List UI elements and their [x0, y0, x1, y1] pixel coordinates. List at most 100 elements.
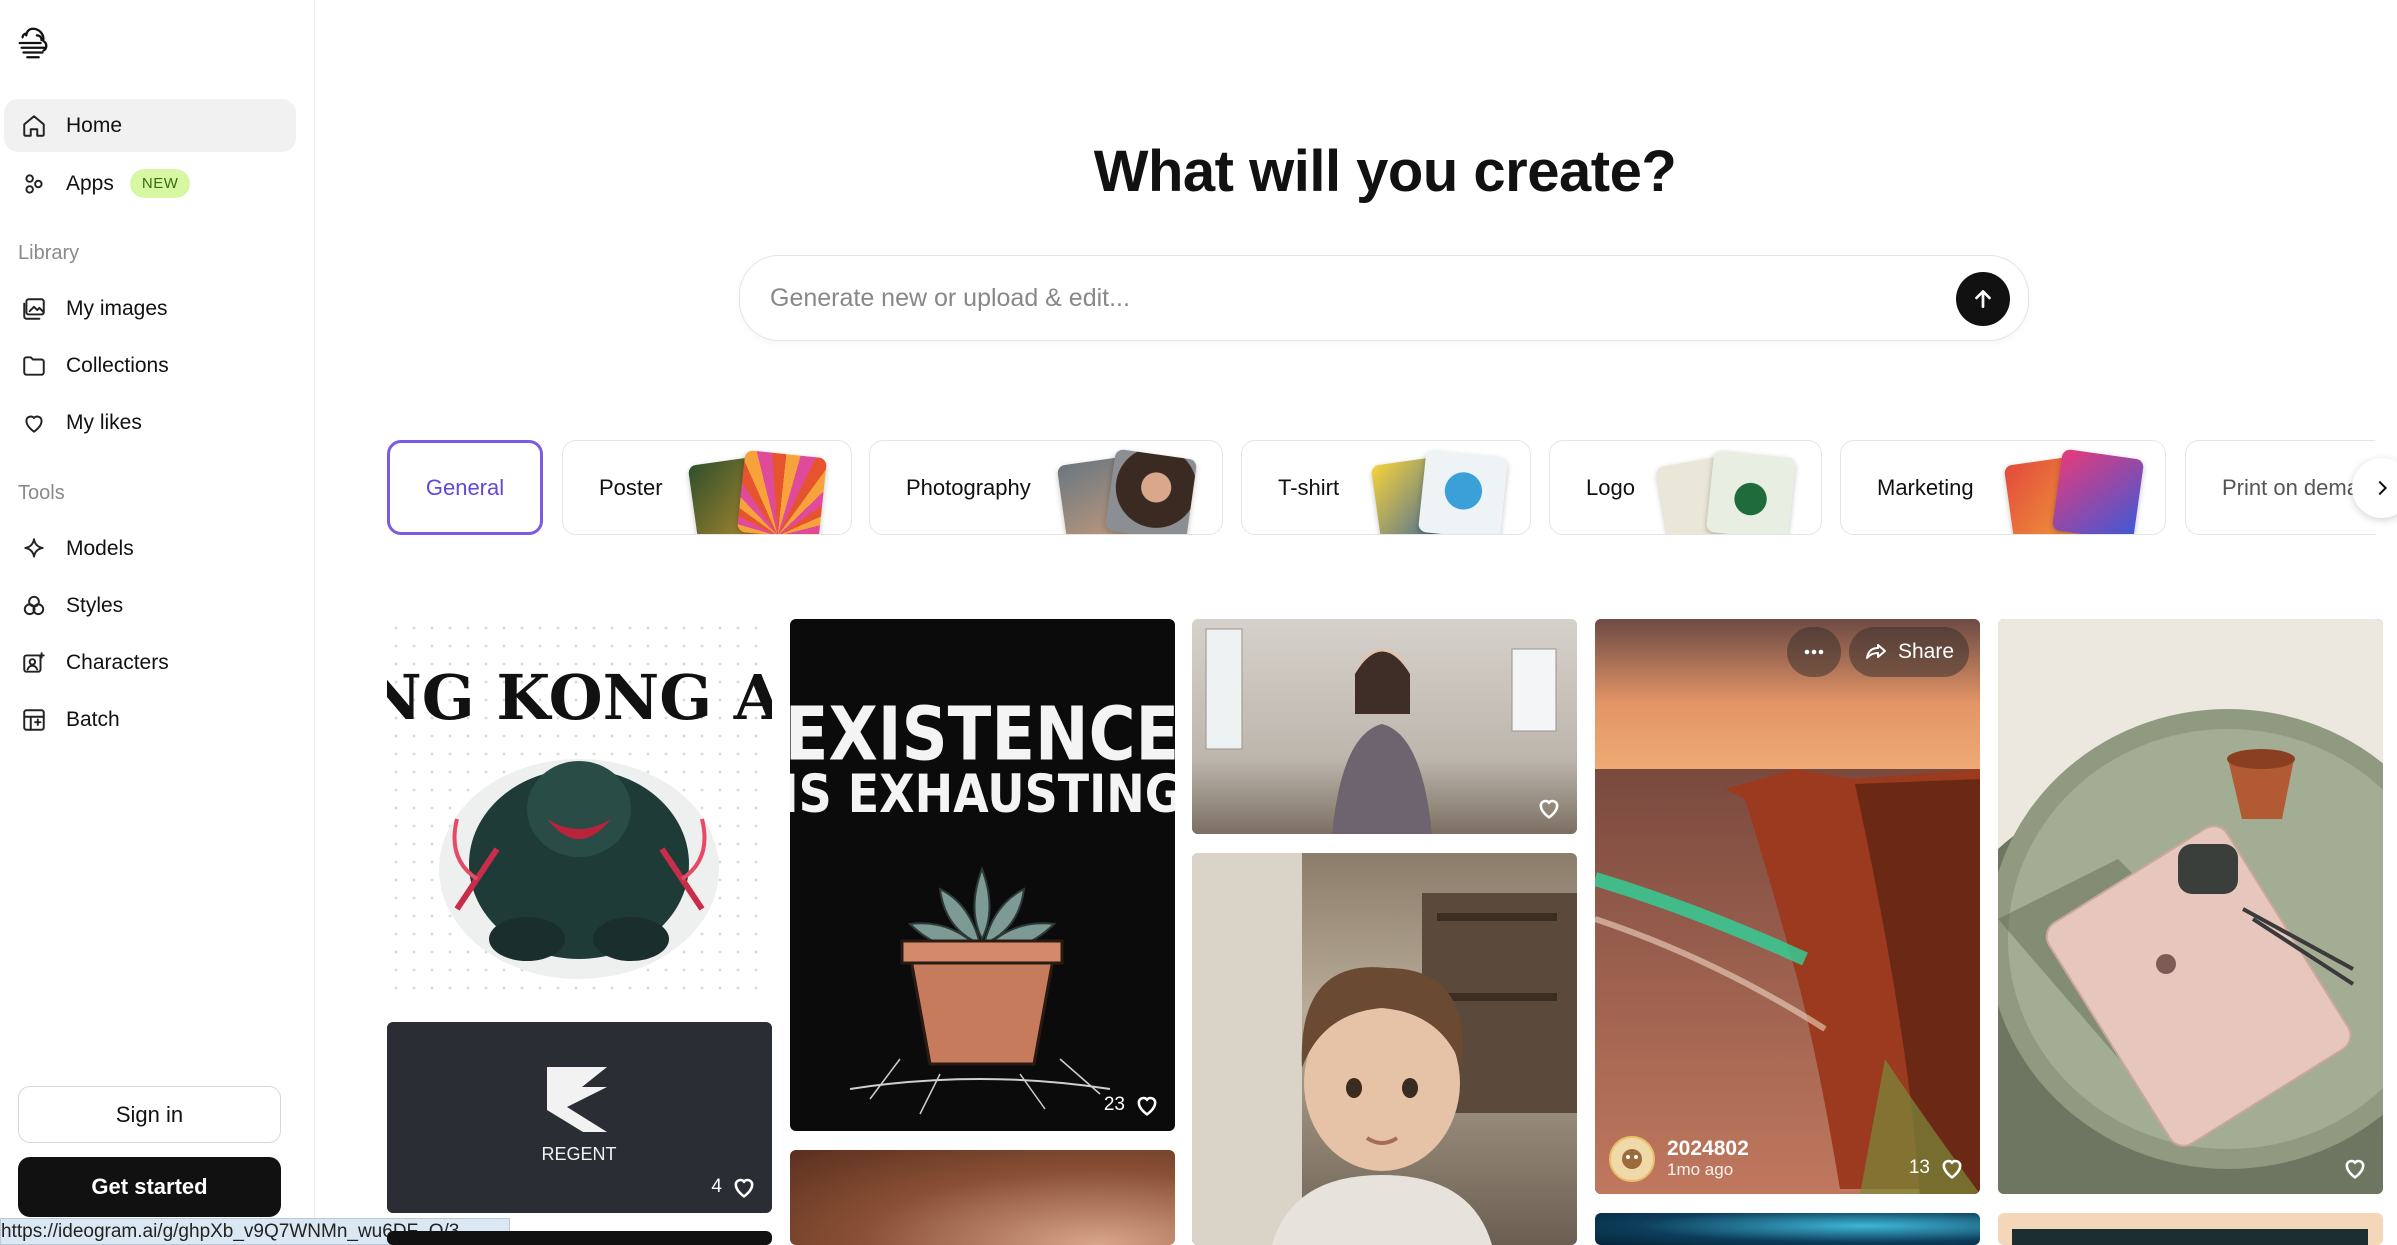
tools-section-label: Tools — [18, 482, 65, 504]
like-button[interactable]: 13 — [1909, 1154, 1966, 1182]
sidebar-item-home[interactable]: Home — [4, 99, 296, 152]
get-started-button[interactable]: Get started — [18, 1157, 281, 1217]
sidebar: Home Apps NEW Library My images Collecti… — [0, 0, 315, 1245]
kingkong-title: KING KONG APE — [387, 661, 772, 734]
share-icon — [1865, 644, 1886, 659]
kingkong-illustration: KING KONG APE — [387, 661, 772, 979]
chip-label: Marketing — [1877, 474, 1974, 500]
photo-thumb-image — [1104, 448, 1198, 534]
images-icon — [20, 295, 48, 323]
character-icon — [20, 649, 48, 677]
gallery-image-partial[interactable] — [1595, 1213, 1980, 1245]
sidebar-item-label: My likes — [66, 410, 142, 434]
like-count: 13 — [1908, 1157, 1930, 1178]
styles-icon — [20, 592, 48, 620]
library-section-label: Library — [18, 242, 80, 264]
gallery-image-existence[interactable]: EXISTENCE IS EXHAUSTING 23 — [790, 619, 1175, 1131]
gallery-image-partial[interactable] — [387, 1231, 772, 1245]
gallery-image-partial[interactable] — [1998, 1213, 2383, 1245]
sparkle-icon — [20, 535, 48, 563]
chip-label: T-shirt — [1278, 474, 1340, 500]
partial-image-content — [2012, 1229, 2368, 1245]
author-name: 2024802 — [1667, 1137, 1749, 1160]
chip-label: Photography — [906, 474, 1031, 500]
sidebar-item-models[interactable]: Models — [4, 522, 296, 575]
child-portrait-photo — [1192, 853, 1577, 1245]
category-chip-general[interactable]: General — [387, 440, 543, 535]
submit-prompt-button[interactable] — [1956, 272, 2010, 326]
category-chip-photography[interactable]: Photography — [869, 440, 1223, 535]
woman-room-photo — [1192, 619, 1577, 834]
existence-poster: EXISTENCE IS EXHAUSTING — [790, 692, 1175, 1115]
arrow-up-icon — [1975, 290, 1991, 308]
gallery-image-partial[interactable] — [790, 1150, 1175, 1245]
category-chip-poster[interactable]: Poster — [562, 440, 852, 535]
sidebar-item-label: Batch — [66, 707, 120, 731]
sidebar-item-label: Models — [66, 536, 134, 560]
heart-icon — [20, 409, 48, 437]
author-time: 1mo ago — [1667, 1160, 1734, 1179]
heart-icon — [1539, 799, 1559, 819]
tshirt-thumb-image — [1417, 449, 1509, 534]
page-title: What will you create? — [1093, 139, 1677, 204]
share-label: Share — [1897, 640, 1955, 663]
poster-thumb-image — [736, 449, 828, 534]
chip-label: Poster — [599, 474, 663, 500]
like-count: 23 — [1103, 1094, 1125, 1115]
gallery-image-kingkong[interactable]: KING KONG APE — [387, 619, 772, 1004]
gallery-image-regent[interactable]: REGENT 4 — [387, 1022, 772, 1213]
category-chip-print-on-demand[interactable]: Print on dema — [2185, 440, 2375, 535]
sidebar-item-my-images[interactable]: My images — [4, 282, 296, 335]
category-chip-logo[interactable]: Logo — [1549, 440, 1822, 535]
prompt-input[interactable] — [770, 278, 1870, 318]
marketing-thumb-image — [2051, 448, 2145, 534]
heart-icon — [1137, 1096, 1157, 1116]
category-chip-marketing[interactable]: Marketing — [1840, 440, 2166, 535]
sidebar-item-batch[interactable]: Batch — [4, 693, 296, 746]
gallery-image-child[interactable] — [1192, 853, 1577, 1245]
category-chip-tshirt[interactable]: T-shirt — [1241, 440, 1531, 535]
gallery-image-woman-room[interactable] — [1192, 619, 1577, 834]
apps-icon — [20, 170, 48, 198]
home-icon — [20, 112, 48, 140]
gallery-image-ipad-table[interactable] — [1998, 619, 2383, 1194]
sidebar-item-apps[interactable]: Apps NEW — [4, 157, 296, 210]
ipad-table-photo — [1998, 619, 2383, 1194]
ideogram-logo-icon[interactable] — [14, 24, 52, 62]
sidebar-item-label: Styles — [66, 593, 124, 617]
coastline-photo — [1595, 619, 1980, 1194]
sidebar-item-collections[interactable]: Collections — [4, 339, 296, 392]
gallery-image-coastline[interactable]: Share 2024802 1mo ago 13 — [1595, 619, 1980, 1194]
like-button[interactable]: 4 — [711, 1173, 758, 1201]
sidebar-item-label: Collections — [66, 353, 169, 377]
heart-icon — [2345, 1159, 2365, 1179]
share-button[interactable]: Share — [1849, 627, 1969, 677]
sidebar-item-my-likes[interactable]: My likes — [4, 396, 296, 449]
avatar — [1609, 1136, 1655, 1182]
heart-icon — [734, 1178, 754, 1198]
existence-line2: IS EXHAUSTING — [790, 763, 1175, 825]
sidebar-item-label: Characters — [66, 650, 169, 674]
sidebar-item-characters[interactable]: Characters — [4, 636, 296, 689]
ellipsis-icon — [1804, 649, 1824, 655]
batch-icon — [20, 706, 48, 734]
logo-thumb-image — [1705, 449, 1797, 534]
like-button[interactable] — [2333, 1154, 2369, 1182]
sign-in-button[interactable]: Sign in — [18, 1086, 281, 1143]
new-badge: NEW — [129, 169, 191, 198]
prompt-bar — [739, 255, 2029, 341]
like-button[interactable]: 23 — [1104, 1091, 1161, 1119]
sidebar-item-styles[interactable]: Styles — [4, 579, 296, 632]
chevron-right-icon — [2378, 480, 2388, 496]
image-author[interactable]: 2024802 1mo ago — [1609, 1136, 1749, 1182]
sidebar-item-label: My images — [66, 296, 168, 320]
like-count: 4 — [711, 1176, 722, 1197]
sidebar-item-label: Home — [66, 113, 123, 137]
folder-icon — [20, 352, 48, 380]
heart-icon — [1942, 1159, 1962, 1179]
chip-label: Logo — [1586, 474, 1635, 500]
like-button[interactable] — [1527, 794, 1563, 822]
more-options-button[interactable] — [1787, 627, 1841, 677]
chip-label: Print on dema — [2222, 474, 2359, 500]
regent-wordmark: REGENT — [541, 1144, 616, 1164]
